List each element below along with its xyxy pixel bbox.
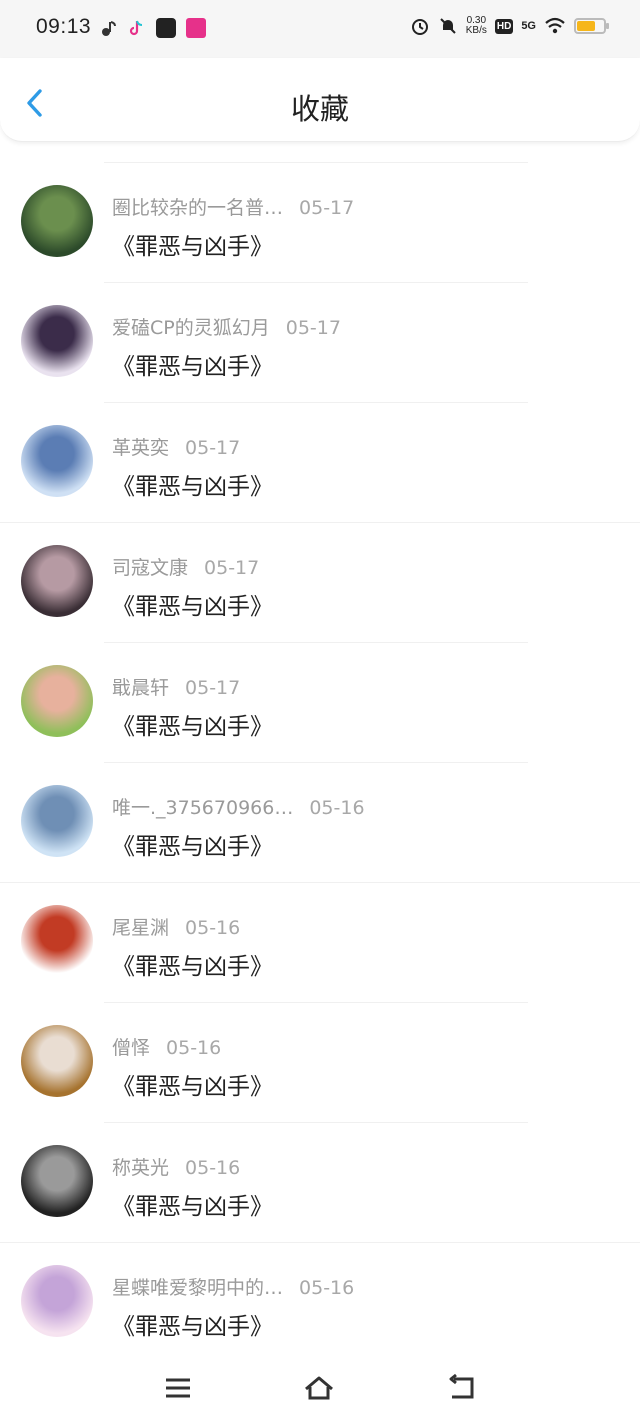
date: 05-16 (299, 1277, 355, 1299)
list-item[interactable]: 尾星渊 05-16 《罪恶与凶手》 (0, 883, 640, 1003)
date: 05-17 (204, 557, 260, 579)
date: 05-17 (285, 317, 341, 339)
music-note-icon (102, 21, 116, 36)
book-title[interactable]: 《罪恶与凶手》 (112, 1187, 273, 1221)
date: 05-17 (185, 437, 241, 459)
user-name[interactable]: 爱磕CP的灵狐幻月 (112, 317, 270, 339)
page-header: 收藏 (0, 58, 640, 142)
back-nav-icon[interactable] (446, 1372, 478, 1404)
avatar[interactable] (21, 305, 93, 377)
book-title[interactable]: 《罪恶与凶手》 (112, 827, 273, 861)
status-bar: 09:13 0.30 KB/s HD 5G (0, 0, 640, 58)
list-item[interactable]: 僧怿 05-16 《罪恶与凶手》 (0, 1003, 640, 1123)
page-title: 收藏 (290, 92, 349, 126)
date: 05-16 (185, 917, 241, 939)
home-icon[interactable] (303, 1372, 335, 1404)
user-name[interactable]: 尾星渊 (112, 917, 169, 939)
date: 05-17 (299, 197, 355, 219)
wifi-icon (545, 17, 565, 34)
book-title[interactable]: 《罪恶与凶手》 (112, 947, 273, 981)
user-name[interactable]: 称英光 (112, 1157, 169, 1179)
avatar[interactable] (21, 425, 93, 497)
list-item[interactable]: 圈比较杂的一名普… 05-17 《罪恶与凶手》 (0, 163, 640, 283)
network-speed: 0.30 KB/s (465, 15, 487, 36)
user-name[interactable]: 僧怿 (112, 1037, 150, 1059)
status-time: 09:13 (36, 15, 92, 38)
user-name[interactable]: 革英奕 (112, 437, 169, 459)
avatar[interactable] (21, 905, 93, 977)
alarm-icon (411, 19, 428, 35)
book-title[interactable]: 《罪恶与凶手》 (112, 1307, 273, 1341)
tiktok-icon (129, 20, 143, 36)
avatar[interactable] (21, 785, 93, 857)
date: 05-17 (185, 677, 241, 699)
user-name[interactable]: 圈比较杂的一名普… (112, 197, 283, 219)
battery-icon (574, 18, 609, 34)
app-badge-icon (156, 18, 176, 38)
book-title[interactable]: 《罪恶与凶手》 (112, 1067, 273, 1101)
date: 05-16 (185, 1157, 241, 1179)
avatar[interactable] (21, 1145, 93, 1217)
list-item[interactable]: 唯一._375670966… 05-16 《罪恶与凶手》 (0, 763, 640, 883)
system-icons: 0.30 KB/s HD 5G (410, 15, 609, 36)
favorites-list: 圈比较杂的一名普… 05-17 《罪恶与凶手》 爱磕CP的灵狐幻月 05-17 《罪… (0, 163, 640, 1363)
list-item[interactable]: 称英光 05-16 《罪恶与凶手》 (0, 1123, 640, 1243)
avatar[interactable] (21, 545, 93, 617)
system-nav-bar (0, 1350, 640, 1427)
book-title[interactable]: 《罪恶与凶手》 (112, 227, 273, 261)
user-name[interactable]: 戢晨轩 (112, 677, 169, 699)
avatar[interactable] (21, 185, 93, 257)
signal-5g-icon: 5G (521, 20, 536, 32)
list-item[interactable]: 爱磕CP的灵狐幻月 05-17 《罪恶与凶手》 (0, 283, 640, 403)
list-item[interactable]: 革英奕 05-17 《罪恶与凶手》 (0, 403, 640, 523)
date: 05-16 (166, 1037, 222, 1059)
book-title[interactable]: 《罪恶与凶手》 (112, 707, 273, 741)
user-name[interactable]: 星蝶唯爱黎明中的… (112, 1277, 283, 1299)
user-name[interactable]: 唯一._375670966… (112, 797, 293, 819)
date: 05-16 (309, 797, 365, 819)
list-item[interactable]: 司寇文康 05-17 《罪恶与凶手》 (0, 523, 640, 643)
pink-app-icon (186, 18, 206, 38)
avatar[interactable] (21, 665, 93, 737)
book-title[interactable]: 《罪恶与凶手》 (112, 467, 273, 501)
avatar[interactable] (21, 1265, 93, 1337)
mute-bell-icon (440, 18, 456, 34)
list-item[interactable]: 戢晨轩 05-17 《罪恶与凶手》 (0, 643, 640, 763)
book-title[interactable]: 《罪恶与凶手》 (112, 587, 273, 621)
menu-icon[interactable] (162, 1372, 194, 1404)
book-title[interactable]: 《罪恶与凶手》 (112, 347, 273, 381)
notification-icons (100, 18, 206, 38)
user-name[interactable]: 司寇文康 (112, 557, 188, 579)
list-item[interactable]: 星蝶唯爱黎明中的… 05-16 《罪恶与凶手》 (0, 1243, 640, 1363)
hd-icon: HD (494, 18, 514, 34)
avatar[interactable] (21, 1025, 93, 1097)
